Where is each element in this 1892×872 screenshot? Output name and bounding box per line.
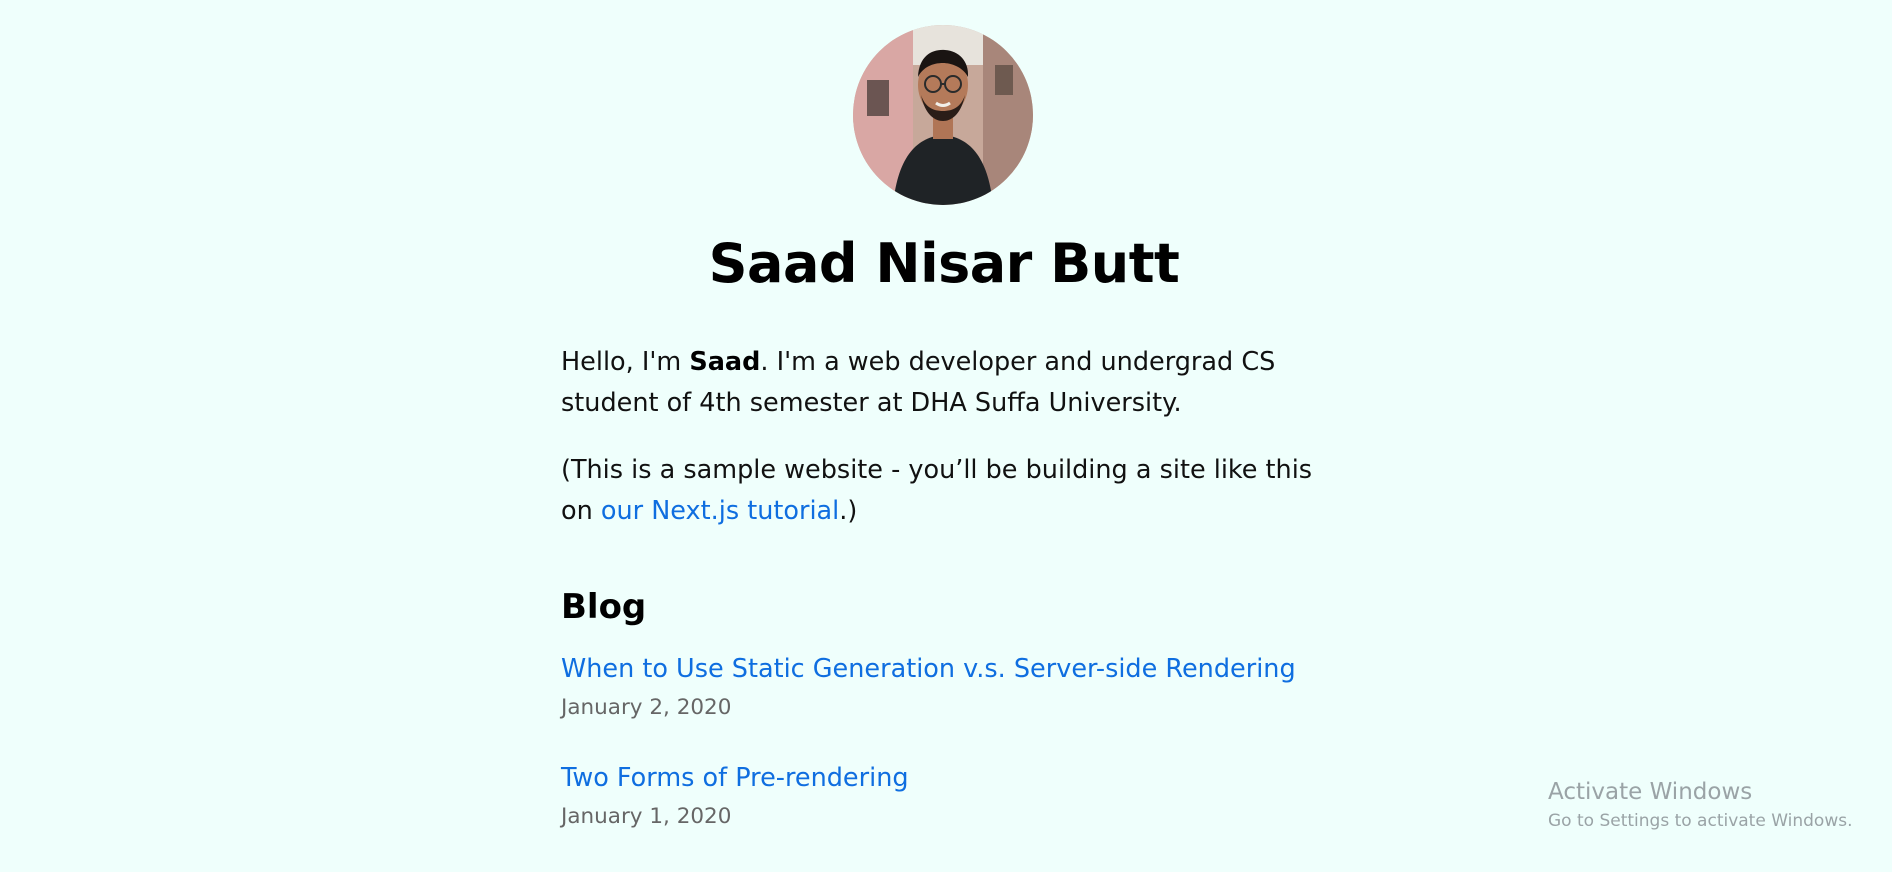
page: Saad Nisar Butt Hello, I'm Saad. I'm a w… <box>0 0 1892 872</box>
blog-post-date: January 2, 2020 <box>561 695 732 720</box>
intro-section: Hello, I'm Saad. I'm a web developer and… <box>561 342 1341 558</box>
blog-list-item: When to Use Static Generation v.s. Serve… <box>561 651 1361 760</box>
blog-post-date: January 1, 2020 <box>561 804 732 829</box>
blog-post-link[interactable]: Two Forms of Pre-rendering <box>561 760 1361 796</box>
sample-note-suffix: .) <box>839 496 858 526</box>
profile-name: Saad Nisar Butt <box>708 232 1180 295</box>
sample-note-paragraph: (This is a sample website - you’ll be bu… <box>561 450 1341 532</box>
intro-name: Saad <box>689 347 761 377</box>
blog-list: When to Use Static Generation v.s. Serve… <box>561 651 1361 869</box>
blog-list-item: Two Forms of Pre-rendering January 1, 20… <box>561 760 1361 869</box>
watermark-title: Activate Windows <box>1548 779 1753 805</box>
profile-avatar <box>853 25 1033 205</box>
intro-prefix: Hello, I'm <box>561 347 690 377</box>
blog-heading: Blog <box>561 587 647 627</box>
intro-paragraph: Hello, I'm Saad. I'm a web developer and… <box>561 342 1341 424</box>
profile-photo <box>853 25 1033 205</box>
nextjs-tutorial-link[interactable]: our Next.js tutorial <box>601 496 839 526</box>
watermark-subtitle: Go to Settings to activate Windows. <box>1548 811 1853 831</box>
activate-windows-watermark: Activate Windows Go to Settings to activ… <box>1548 776 1853 834</box>
blog-post-link[interactable]: When to Use Static Generation v.s. Serve… <box>561 651 1361 687</box>
